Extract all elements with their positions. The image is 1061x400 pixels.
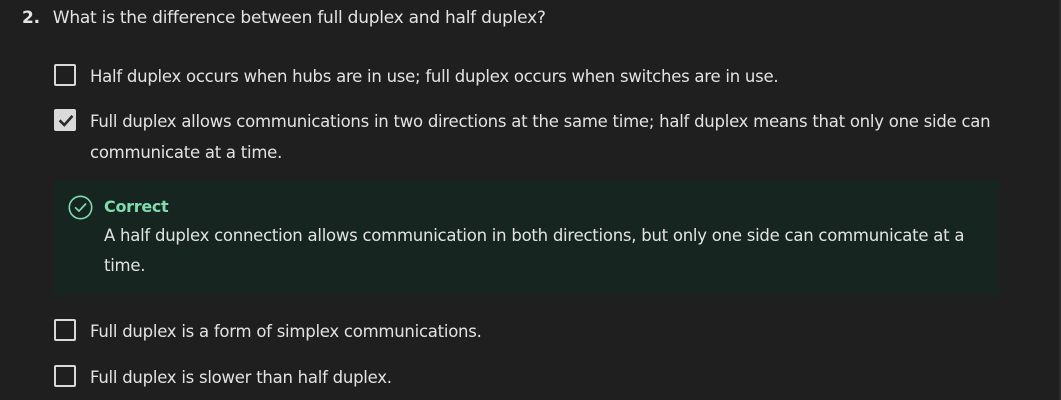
checkbox-unchecked[interactable]	[54, 64, 76, 86]
answer-option-label[interactable]: Full duplex is slower than half duplex.	[90, 362, 995, 393]
question-text: What is the difference between full dupl…	[52, 8, 546, 28]
feedback-panel: Correct A half duplex connection allows …	[54, 180, 999, 295]
checkbox-checked[interactable]	[54, 109, 76, 131]
answer-option-label[interactable]: Full duplex is a form of simplex communi…	[90, 316, 995, 347]
checkbox-unchecked[interactable]	[54, 365, 76, 387]
checkbox-unchecked[interactable]	[54, 319, 76, 341]
checkmark-icon	[58, 114, 74, 127]
check-circle-icon	[68, 195, 93, 220]
answer-option-label[interactable]: Half duplex occurs when hubs are in use;…	[90, 61, 995, 92]
question-number: 2.	[22, 8, 40, 28]
answer-option-label[interactable]: Full duplex allows communications in two…	[90, 106, 995, 168]
feedback-explanation: A half duplex connection allows communic…	[104, 226, 965, 275]
feedback-title: Correct	[104, 197, 169, 216]
question-heading: 2. What is the difference between full du…	[22, 6, 1022, 30]
